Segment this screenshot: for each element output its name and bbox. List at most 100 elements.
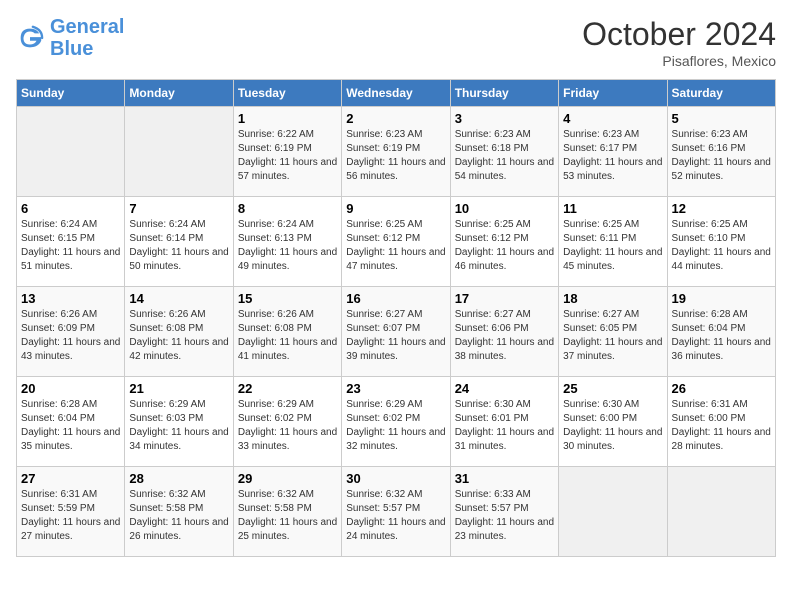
cell-info: Sunrise: 6:29 AMSunset: 6:03 PMDaylight:… (129, 398, 228, 454)
logo: General Blue (16, 16, 124, 60)
calendar-cell-2-6: 19Sunrise: 6:28 AMSunset: 6:04 PMDayligh… (667, 287, 775, 377)
calendar-cell-2-5: 18 Sunrise: 6:27 AMSunset: 6:05 PMDayligh… (559, 287, 667, 377)
cell-info: Sunrise: 6:25 AMSunset: 6:12 PMDaylight:… (346, 218, 445, 274)
day-number: 3 (455, 111, 554, 126)
cell-info: Sunrise: 6:28 AMSunset: 6:04 PMDaylight:… (21, 398, 120, 454)
calendar-cell-3-6: 26 Sunrise: 6:31 AMSunset: 6:00 PMDayligh… (667, 377, 775, 467)
cell-info: Sunrise: 6:29 AMSunset: 6:02 PMDaylight:… (346, 398, 445, 454)
day-number: 31 (455, 471, 554, 486)
cell-info: Sunrise: 6:25 AMSunset: 6:11 PMDaylight:… (563, 218, 662, 274)
cell-info: Sunrise: 6:29 AMSunset: 6:02 PMDaylight:… (238, 398, 337, 454)
day-number: 11 (563, 201, 662, 216)
header-wednesday: Wednesday (342, 80, 450, 107)
header-monday: Monday (125, 80, 233, 107)
day-number: 29 (238, 471, 337, 486)
location: Pisaflores, Mexico (582, 53, 776, 69)
logo-icon (16, 24, 44, 52)
cell-info: Sunrise: 6:24 AMSunset: 6:13 PMDaylight:… (238, 218, 337, 274)
calendar-cell-1-0: 6 Sunrise: 6:24 AMSunset: 6:15 PMDaylight… (17, 197, 125, 287)
calendar-week-3: 20 Sunrise: 6:28 AMSunset: 6:04 PMDayligh… (17, 377, 776, 467)
calendar-cell-1-4: 10Sunrise: 6:25 AMSunset: 6:12 PMDayligh… (450, 197, 558, 287)
day-number: 24 (455, 381, 554, 396)
day-number: 16 (346, 291, 445, 306)
day-number: 17 (455, 291, 554, 306)
day-number: 14 (129, 291, 228, 306)
header-sunday: Sunday (17, 80, 125, 107)
calendar-week-1: 6 Sunrise: 6:24 AMSunset: 6:15 PMDaylight… (17, 197, 776, 287)
day-number: 28 (129, 471, 228, 486)
month-title: October 2024 (582, 16, 776, 53)
calendar-header-row: SundayMondayTuesdayWednesdayThursdayFrid… (17, 80, 776, 107)
cell-info: Sunrise: 6:27 AMSunset: 6:05 PMDaylight:… (563, 308, 662, 364)
calendar-cell-0-2: 1 Sunrise: 6:22 AMSunset: 6:19 PMDaylight… (233, 107, 341, 197)
calendar-cell-4-3: 30Sunrise: 6:32 AMSunset: 5:57 PMDayligh… (342, 467, 450, 557)
header-thursday: Thursday (450, 80, 558, 107)
calendar-cell-2-4: 17Sunrise: 6:27 AMSunset: 6:06 PMDayligh… (450, 287, 558, 377)
calendar-cell-3-3: 23 Sunrise: 6:29 AMSunset: 6:02 PMDayligh… (342, 377, 450, 467)
calendar-cell-0-5: 4Sunrise: 6:23 AMSunset: 6:17 PMDaylight… (559, 107, 667, 197)
calendar-week-0: 1 Sunrise: 6:22 AMSunset: 6:19 PMDaylight… (17, 107, 776, 197)
day-number: 26 (672, 381, 771, 396)
day-number: 13 (21, 291, 120, 306)
cell-info: Sunrise: 6:32 AMSunset: 5:58 PMDaylight:… (238, 488, 337, 544)
cell-info: Sunrise: 6:32 AMSunset: 5:58 PMDaylight:… (129, 488, 228, 544)
day-number: 7 (129, 201, 228, 216)
logo-general: General (50, 16, 124, 38)
header-friday: Friday (559, 80, 667, 107)
cell-info: Sunrise: 6:24 AMSunset: 6:15 PMDaylight:… (21, 218, 120, 274)
day-number: 5 (672, 111, 771, 126)
day-number: 30 (346, 471, 445, 486)
cell-info: Sunrise: 6:31 AMSunset: 5:59 PMDaylight:… (21, 488, 120, 544)
day-number: 22 (238, 381, 337, 396)
cell-info: Sunrise: 6:22 AMSunset: 6:19 PMDaylight:… (238, 128, 337, 184)
day-number: 10 (455, 201, 554, 216)
calendar-cell-0-1 (125, 107, 233, 197)
calendar-cell-2-0: 13Sunrise: 6:26 AMSunset: 6:09 PMDayligh… (17, 287, 125, 377)
day-number: 6 (21, 201, 120, 216)
calendar-cell-0-3: 2 Sunrise: 6:23 AMSunset: 6:19 PMDaylight… (342, 107, 450, 197)
calendar-cell-1-2: 8Sunrise: 6:24 AMSunset: 6:13 PMDaylight… (233, 197, 341, 287)
calendar-cell-4-5 (559, 467, 667, 557)
calendar-table: SundayMondayTuesdayWednesdayThursdayFrid… (16, 79, 776, 557)
day-number: 20 (21, 381, 120, 396)
logo-text: General Blue (50, 16, 124, 60)
day-number: 9 (346, 201, 445, 216)
cell-info: Sunrise: 6:26 AMSunset: 6:08 PMDaylight:… (129, 308, 228, 364)
day-number: 23 (346, 381, 445, 396)
calendar-week-2: 13Sunrise: 6:26 AMSunset: 6:09 PMDayligh… (17, 287, 776, 377)
cell-info: Sunrise: 6:24 AMSunset: 6:14 PMDaylight:… (129, 218, 228, 274)
day-number: 15 (238, 291, 337, 306)
cell-info: Sunrise: 6:30 AMSunset: 6:01 PMDaylight:… (455, 398, 554, 454)
calendar-cell-4-2: 29 Sunrise: 6:32 AMSunset: 5:58 PMDayligh… (233, 467, 341, 557)
calendar-cell-2-3: 16Sunrise: 6:27 AMSunset: 6:07 PMDayligh… (342, 287, 450, 377)
cell-info: Sunrise: 6:23 AMSunset: 6:18 PMDaylight:… (455, 128, 554, 184)
day-number: 21 (129, 381, 228, 396)
cell-info: Sunrise: 6:23 AMSunset: 6:16 PMDaylight:… (672, 128, 771, 184)
calendar-cell-1-5: 11 Sunrise: 6:25 AMSunset: 6:11 PMDayligh… (559, 197, 667, 287)
calendar-cell-4-0: 27Sunrise: 6:31 AMSunset: 5:59 PMDayligh… (17, 467, 125, 557)
cell-info: Sunrise: 6:31 AMSunset: 6:00 PMDaylight:… (672, 398, 771, 454)
cell-info: Sunrise: 6:23 AMSunset: 6:19 PMDaylight:… (346, 128, 445, 184)
calendar-cell-3-0: 20 Sunrise: 6:28 AMSunset: 6:04 PMDayligh… (17, 377, 125, 467)
calendar-cell-3-1: 21 Sunrise: 6:29 AMSunset: 6:03 PMDayligh… (125, 377, 233, 467)
day-number: 25 (563, 381, 662, 396)
calendar-cell-3-4: 24 Sunrise: 6:30 AMSunset: 6:01 PMDayligh… (450, 377, 558, 467)
calendar-cell-3-5: 25Sunrise: 6:30 AMSunset: 6:00 PMDayligh… (559, 377, 667, 467)
header-tuesday: Tuesday (233, 80, 341, 107)
logo-blue: Blue (50, 38, 93, 60)
calendar-cell-1-6: 12Sunrise: 6:25 AMSunset: 6:10 PMDayligh… (667, 197, 775, 287)
day-number: 18 (563, 291, 662, 306)
calendar-cell-0-0 (17, 107, 125, 197)
calendar-cell-2-1: 14 Sunrise: 6:26 AMSunset: 6:08 PMDayligh… (125, 287, 233, 377)
calendar-week-4: 27Sunrise: 6:31 AMSunset: 5:59 PMDayligh… (17, 467, 776, 557)
day-number: 19 (672, 291, 771, 306)
calendar-cell-1-3: 9 Sunrise: 6:25 AMSunset: 6:12 PMDaylight… (342, 197, 450, 287)
calendar-cell-4-6 (667, 467, 775, 557)
cell-info: Sunrise: 6:23 AMSunset: 6:17 PMDaylight:… (563, 128, 662, 184)
day-number: 1 (238, 111, 337, 126)
page-header: General Blue October 2024 Pisaflores, Me… (16, 16, 776, 69)
calendar-cell-4-1: 28 Sunrise: 6:32 AMSunset: 5:58 PMDayligh… (125, 467, 233, 557)
day-number: 2 (346, 111, 445, 126)
cell-info: Sunrise: 6:25 AMSunset: 6:10 PMDaylight:… (672, 218, 771, 274)
calendar-cell-2-2: 15Sunrise: 6:26 AMSunset: 6:08 PMDayligh… (233, 287, 341, 377)
